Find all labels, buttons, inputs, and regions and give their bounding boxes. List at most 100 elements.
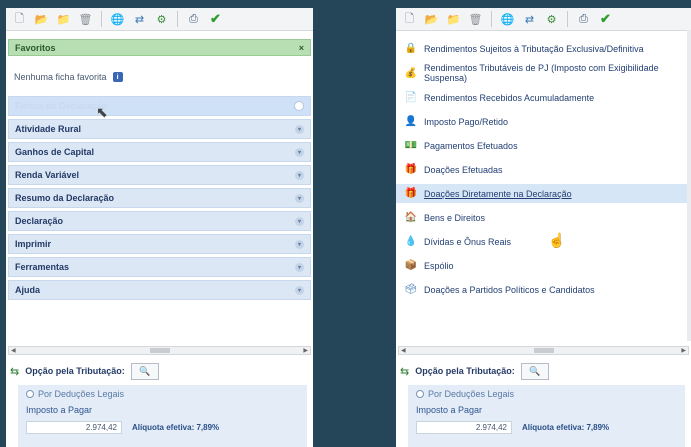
favorites-header[interactable]: Favoritos ×	[8, 39, 311, 56]
horizontal-scrollbar[interactable]: ◀ ▶	[8, 346, 311, 355]
chevron-down-icon[interactable]: ▾	[295, 216, 304, 226]
amount-value: 2.974,42	[416, 421, 512, 434]
info-icon[interactable]: i	[112, 72, 123, 82]
deduction-option-label: Por Deduções Legais	[38, 389, 125, 399]
sheet-item-label: Dívidas e Ônus Reais	[424, 236, 512, 247]
sheet-item[interactable]: 🎁 Doações Efetuadas	[396, 160, 691, 179]
sheet-item[interactable]: 👤 Imposto Pago/Retido	[396, 112, 691, 131]
globe-icon[interactable]: 🌐	[108, 10, 127, 29]
toolbar-separator	[491, 11, 492, 27]
deduction-option[interactable]: Por Deduções Legais	[26, 389, 299, 399]
category-declaracao[interactable]: Declaração ▾	[8, 211, 311, 231]
scroll-right-icon[interactable]: ▶	[303, 347, 308, 354]
lock-icon: 🔒	[404, 43, 418, 54]
sheet-item[interactable]: 🗳 Doações a Partidos Políticos e Candida…	[396, 280, 691, 299]
chevron-down-icon[interactable]: ▾	[295, 262, 304, 272]
sheet-item[interactable]: 📄 Rendimentos Recebidos Acumuladamente	[396, 88, 691, 107]
scroll-left-icon[interactable]: ◀	[401, 347, 406, 354]
tax-result-box: Por Deduções Legais Imposto a Pagar 2.97…	[408, 385, 685, 447]
chevron-down-icon[interactable]: ▾	[295, 239, 304, 249]
category-ganhos-de-capital[interactable]: Ganhos de Capital ▾	[8, 142, 311, 162]
sheet-item-selected[interactable]: 🎁 Doações Diretamente na Declaração	[396, 184, 691, 203]
sheet-item[interactable]: 📦 Espólio	[396, 256, 691, 275]
certificate-icon[interactable]: ⚙	[152, 10, 171, 29]
sync-icon[interactable]: ⇄	[130, 10, 149, 29]
sync-icon[interactable]: ⇄	[520, 10, 539, 29]
scroll-thumb[interactable]	[149, 348, 170, 353]
scroll-right-icon[interactable]: ▶	[681, 347, 686, 354]
open-folder-icon[interactable]: 📂	[422, 10, 441, 29]
sheet-item[interactable]: 🏠 Bens e Direitos	[396, 208, 691, 227]
trash-icon[interactable]: 🗑	[466, 10, 485, 29]
favorites-empty-row: Nenhuma ficha favorita i	[14, 72, 313, 82]
amount-value: 2.974,42	[26, 421, 122, 434]
category-atividade-rural[interactable]: Atividade Rural ▾	[8, 119, 311, 139]
category-imprimir[interactable]: Imprimir ▾	[8, 234, 311, 254]
category-renda-variavel[interactable]: Renda Variável ▾	[8, 165, 311, 185]
chevron-down-icon[interactable]: ▾	[295, 193, 304, 203]
horizontal-scrollbar[interactable]: ◀ ▶	[398, 346, 689, 355]
sheet-list: 🔒 Rendimentos Sujeitos à Tributação Excl…	[396, 31, 691, 299]
chevron-down-icon[interactable]: ▾	[295, 147, 304, 157]
category-resumo-da-declaracao[interactable]: Resumo da Declaração ▾	[8, 188, 311, 208]
chevron-down-icon[interactable]: ▾	[295, 170, 304, 180]
category-fichas-da-declaracao[interactable]: Fichas da Declaração	[8, 96, 311, 116]
new-file-icon[interactable]: 🗋	[400, 10, 419, 29]
check-icon[interactable]: ✔	[206, 10, 225, 29]
sheet-item[interactable]: 💵 Pagamentos Efetuados	[396, 136, 691, 155]
chevron-down-icon[interactable]: ▾	[295, 285, 304, 295]
search-button[interactable]: 🔍	[130, 362, 159, 380]
category-ferramentas[interactable]: Ferramentas ▾	[8, 257, 311, 277]
chevron-down-icon[interactable]: ▾	[295, 124, 304, 134]
sheet-item[interactable]: 💧 Dívidas e Ônus Reais	[396, 232, 691, 251]
right-panel: 🗋 📂 📁 🗑 🌐 ⇄ ⚙ ⎙ ✔ 🔒 Rendimentos Sujeitos…	[396, 8, 691, 447]
sheet-item-label: Bens e Direitos	[424, 212, 486, 223]
house-icon: 🏠	[404, 212, 418, 223]
trash-icon[interactable]: 🗑	[76, 10, 95, 29]
category-list: Fichas da Declaração Atividade Rural ▾ G…	[6, 96, 313, 300]
amount-row: 2.974,42 Alíquota efetiva: 7,89%	[26, 421, 299, 434]
deduction-option[interactable]: Por Deduções Legais	[416, 389, 677, 399]
printer-icon[interactable]: ⎙	[574, 10, 593, 29]
toolbar-separator	[567, 11, 568, 27]
tax-result-box: Por Deduções Legais Imposto a Pagar 2.97…	[18, 385, 307, 447]
sheet-item[interactable]: 🔒 Rendimentos Sujeitos à Tributação Excl…	[396, 39, 691, 58]
person-icon: 👤	[404, 116, 418, 127]
favorites-empty-text: Nenhuma ficha favorita	[14, 72, 107, 82]
tax-option-icon: ⇆	[400, 365, 410, 378]
open-folder-icon[interactable]: 📂	[32, 10, 51, 29]
globe-icon[interactable]: 🌐	[498, 10, 517, 29]
gift-hand-icon: 🎁	[404, 188, 418, 199]
toolbar-separator	[101, 11, 102, 27]
category-ajuda[interactable]: Ajuda ▾	[8, 280, 311, 300]
sheet-item-label: Doações a Partidos Políticos e Candidato…	[424, 284, 595, 295]
scroll-thumb[interactable]	[533, 348, 554, 353]
printer-icon[interactable]: ⎙	[184, 10, 203, 29]
sheet-item-label: Rendimentos Tributáveis de PJ (Imposto c…	[424, 63, 659, 83]
certificate-icon[interactable]: ⚙	[542, 10, 561, 29]
vote-icon: 🗳	[404, 284, 418, 295]
to-pay-label: Imposto a Pagar	[416, 405, 483, 415]
folder-icon[interactable]: 📁	[54, 10, 73, 29]
radio-button[interactable]	[26, 390, 34, 398]
sheet-item[interactable]: 💰 Rendimentos Tributáveis de PJ (Imposto…	[396, 63, 691, 83]
folder-icon[interactable]: 📁	[444, 10, 463, 29]
tax-option-bar: ⇆ Opção pela Tributação: 🔍	[6, 360, 313, 382]
box-icon: 📦	[404, 260, 418, 271]
expand-icon[interactable]	[294, 101, 304, 111]
sheet-item-label: Rendimentos Sujeitos à Tributação Exclus…	[424, 43, 644, 54]
new-file-icon[interactable]: 🗋	[10, 10, 29, 29]
search-button[interactable]: 🔍	[520, 362, 549, 380]
radio-button[interactable]	[416, 390, 424, 398]
scroll-left-icon[interactable]: ◀	[11, 347, 16, 354]
category-label: Resumo da Declaração	[15, 193, 115, 203]
vertical-scrollbar[interactable]	[687, 30, 691, 341]
document-icon: 📄	[404, 92, 418, 103]
close-icon[interactable]: ×	[299, 43, 304, 53]
drop-icon: 💧	[404, 236, 418, 247]
cash-icon: 💵	[404, 140, 418, 151]
sheet-item-label: Imposto Pago/Retido	[424, 116, 509, 127]
tax-option-bar: ⇆ Opção pela Tributação: 🔍	[396, 360, 691, 382]
check-icon[interactable]: ✔	[596, 10, 615, 29]
mouse-cursor-icon: ⬉	[96, 104, 108, 120]
